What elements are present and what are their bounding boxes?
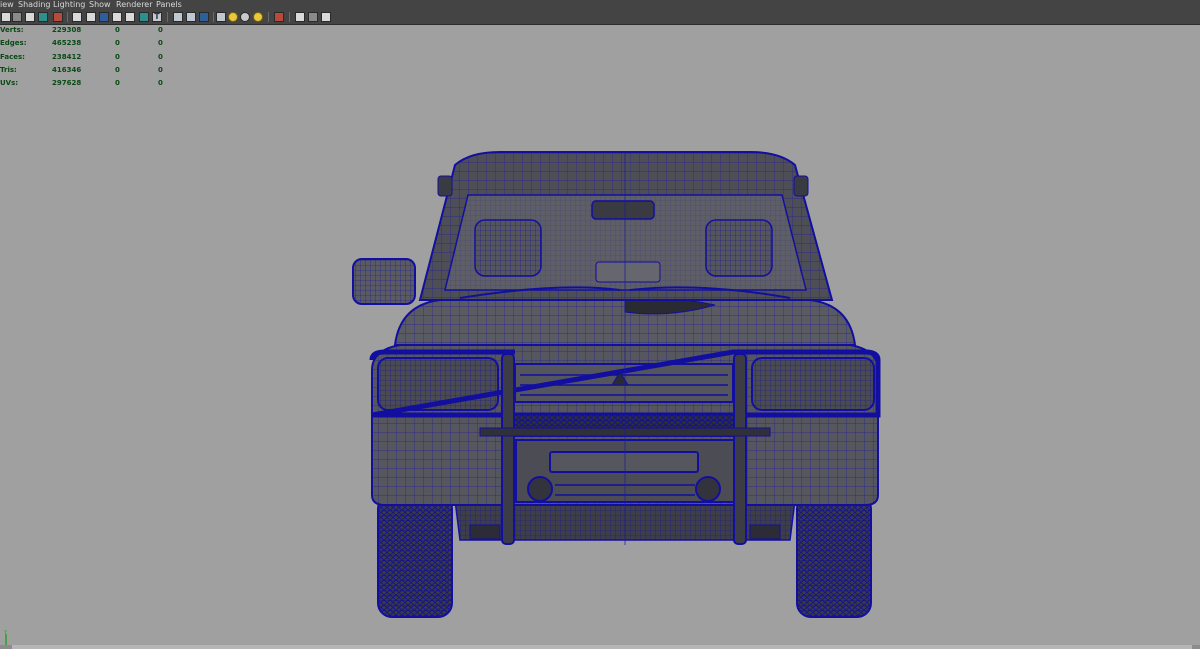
right-headlight [751, 357, 875, 411]
menu-panels[interactable]: Panels [156, 0, 182, 10]
image-plane-icon[interactable] [38, 12, 48, 22]
xray-joints-icon[interactable] [295, 12, 305, 22]
isolate-select-icon[interactable] [274, 12, 284, 22]
wireframe-icon[interactable] [173, 12, 183, 22]
toolbar-separator [67, 12, 68, 22]
toolbar-separator [268, 12, 269, 22]
select-camera-icon[interactable] [1, 12, 11, 22]
field-chart-icon[interactable] [125, 12, 135, 22]
shadows-icon[interactable] [240, 12, 250, 22]
toolbar-separator [167, 12, 168, 22]
xray-icon[interactable] [253, 12, 263, 22]
menu-show[interactable]: Show [89, 0, 111, 10]
panel-menu-bar: iew Shading Lighting Show Renderer Panel… [0, 0, 1200, 10]
film-gate-icon[interactable] [86, 12, 96, 22]
2d-pan-icon[interactable] [53, 12, 63, 22]
wireframe-on-shaded-icon[interactable] [199, 12, 209, 22]
resolution-gate-icon[interactable] [99, 12, 109, 22]
toolbar-separator [289, 12, 290, 22]
default-lighting-icon[interactable] [216, 12, 226, 22]
safe-action-icon[interactable] [139, 12, 149, 22]
panel-toolbar: T [0, 10, 1200, 25]
left-roof-light [437, 175, 453, 197]
bookmark-icon[interactable] [25, 12, 35, 22]
camera-icon[interactable] [321, 12, 331, 22]
axis-y-label: Y [3, 630, 8, 636]
safe-title-icon[interactable]: T [152, 12, 162, 22]
grid-icon[interactable] [72, 12, 82, 22]
menu-view[interactable]: iew [0, 0, 14, 10]
camera-attributes-icon[interactable] [12, 12, 22, 22]
menu-shading[interactable]: Shading [18, 0, 51, 10]
xray-active-icon[interactable] [308, 12, 318, 22]
menu-lighting[interactable]: Lighting [53, 0, 85, 10]
all-lights-icon[interactable] [228, 12, 238, 22]
3d-viewport[interactable] [0, 25, 1200, 649]
scrollbar-thumb[interactable] [12, 645, 1192, 649]
gate-mask-icon[interactable] [112, 12, 122, 22]
smooth-shade-icon[interactable] [186, 12, 196, 22]
right-roof-light [793, 175, 809, 197]
right-front-tire [796, 494, 872, 618]
cabin [418, 151, 834, 301]
left-mirror [352, 258, 416, 305]
left-front-tire [377, 494, 453, 618]
toolbar-separator [213, 12, 214, 22]
menu-renderer[interactable]: Renderer [116, 0, 153, 10]
viewport-scrollbar[interactable] [0, 645, 1200, 649]
